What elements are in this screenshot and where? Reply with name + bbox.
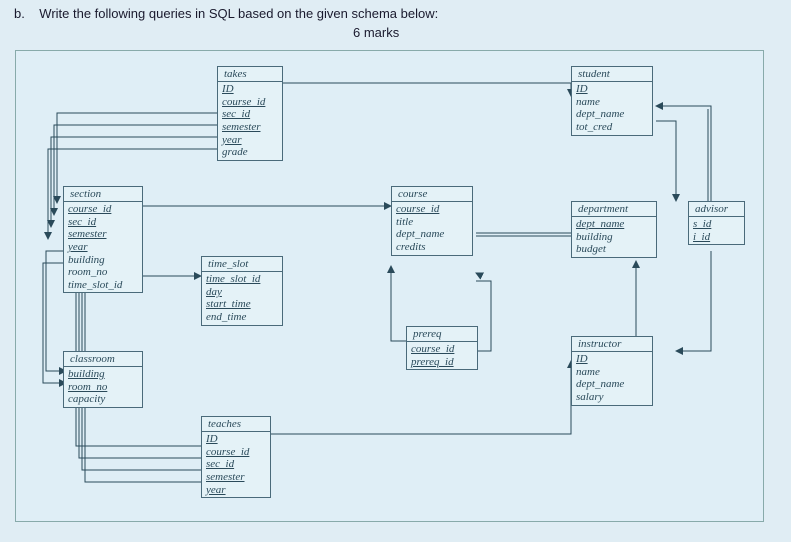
entity-advisor-attrs: s_id i_id [689, 217, 744, 244]
attr: course_id [222, 96, 278, 109]
attr: semester [68, 228, 138, 241]
entity-classroom-attrs: building room_no capacity [64, 367, 142, 407]
attr: end_time [206, 311, 278, 324]
attr: course_id [68, 203, 138, 216]
attr: time_slot_id [206, 273, 278, 286]
attr: semester [222, 121, 278, 134]
entity-instructor-attrs: ID name dept_name salary [572, 352, 652, 405]
attr: building [576, 231, 652, 244]
entity-title: instructor [572, 337, 652, 352]
entity-course-attrs: course_id title dept_name credits [392, 202, 472, 255]
attr: i_id [693, 231, 740, 244]
attr: ID [206, 433, 266, 446]
attr: ID [576, 353, 648, 366]
entity-time-slot: time_slot time_slot_id day start_time en… [201, 256, 283, 326]
question-body: Write the following queries in SQL based… [39, 6, 438, 21]
attr: grade [222, 146, 278, 159]
attr: sec_id [222, 108, 278, 121]
attr: salary [576, 391, 648, 404]
entity-title: advisor [689, 202, 744, 217]
attr: semester [206, 471, 266, 484]
attr: year [206, 484, 266, 497]
attr: sec_id [206, 458, 266, 471]
attr: prereq_id [411, 356, 473, 369]
attr: ID [576, 83, 648, 96]
entity-title: classroom [64, 352, 142, 367]
attr: building [68, 254, 138, 267]
entity-takes-attrs: ID course_id sec_id semester year grade [218, 82, 282, 160]
entity-title: section [64, 187, 142, 202]
attr: dept_name [396, 228, 468, 241]
attr: capacity [68, 393, 138, 406]
entity-teaches: teaches ID course_id sec_id semester yea… [201, 416, 271, 498]
attr: year [68, 241, 138, 254]
entity-prereq: prereq course_id prereq_id [406, 326, 478, 370]
attr: credits [396, 241, 468, 254]
attr: course_id [206, 446, 266, 459]
entity-title: time_slot [202, 257, 282, 272]
entity-course: course course_id title dept_name credits [391, 186, 473, 256]
entity-title: course [392, 187, 472, 202]
attr: room_no [68, 266, 138, 279]
entity-time-slot-attrs: time_slot_id day start_time end_time [202, 272, 282, 325]
attr: start_time [206, 298, 278, 311]
attr: course_id [411, 343, 473, 356]
entity-student-attrs: ID name dept_name tot_cred [572, 82, 652, 135]
entity-classroom: classroom building room_no capacity [63, 351, 143, 408]
entity-title: department [572, 202, 656, 217]
attr: tot_cred [576, 121, 648, 134]
entity-title: student [572, 67, 652, 82]
attr: dept_name [576, 378, 648, 391]
entity-instructor: instructor ID name dept_name salary [571, 336, 653, 406]
attr: ID [222, 83, 278, 96]
attr: name [576, 96, 648, 109]
entity-department-attrs: dept_name building budget [572, 217, 656, 257]
attr: day [206, 286, 278, 299]
entity-advisor: advisor s_id i_id [688, 201, 745, 245]
entity-section: section course_id sec_id semester year b… [63, 186, 143, 293]
attr: title [396, 216, 468, 229]
er-diagram: takes ID course_id sec_id semester year … [15, 50, 764, 522]
attr: dept_name [576, 108, 648, 121]
question-marks: 6 marks [353, 25, 399, 40]
entity-title: prereq [407, 327, 477, 342]
attr: year [222, 134, 278, 147]
attr: building [68, 368, 138, 381]
attr: s_id [693, 218, 740, 231]
attr: sec_id [68, 216, 138, 229]
entity-teaches-attrs: ID course_id sec_id semester year [202, 432, 270, 497]
attr: budget [576, 243, 652, 256]
question-label: b. Write the following queries in SQL ba… [14, 6, 438, 21]
attr: dept_name [576, 218, 652, 231]
entity-section-attrs: course_id sec_id semester year building … [64, 202, 142, 292]
question-number: b. [14, 6, 25, 21]
attr: time_slot_id [68, 279, 138, 292]
attr: name [576, 366, 648, 379]
attr: course_id [396, 203, 468, 216]
entity-prereq-attrs: course_id prereq_id [407, 342, 477, 369]
entity-takes: takes ID course_id sec_id semester year … [217, 66, 283, 161]
entity-title: takes [218, 67, 282, 82]
entity-student: student ID name dept_name tot_cred [571, 66, 653, 136]
entity-title: teaches [202, 417, 270, 432]
entity-department: department dept_name building budget [571, 201, 657, 258]
attr: room_no [68, 381, 138, 394]
